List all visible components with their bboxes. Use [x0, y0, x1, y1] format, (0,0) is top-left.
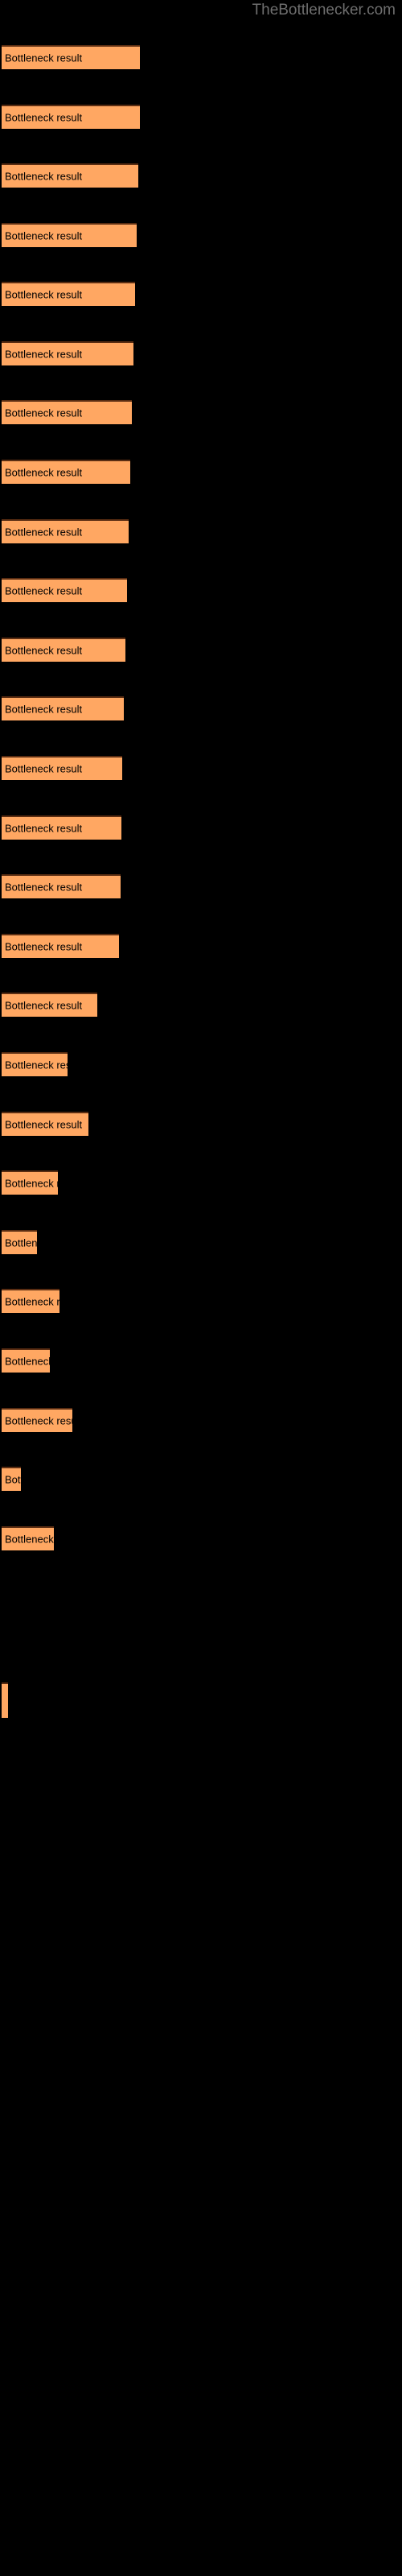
bar-label: Bottleneck result	[5, 584, 83, 597]
bar-label: Bottleneck result	[5, 1059, 68, 1071]
site-title: TheBottlenecker.com	[252, 2, 396, 19]
bar-bottleneck-result[interactable]: Bottleneck result	[2, 1467, 21, 1491]
bar-bottleneck-result[interactable]: Bottleneck result	[2, 163, 138, 188]
bar-bottleneck-result[interactable]: Bottleneck result	[2, 578, 127, 602]
bar-label: Bottleneck result	[5, 940, 83, 953]
bar-label: Bottleneck result	[5, 1533, 54, 1546]
bar-label: Bottleneck result	[5, 229, 83, 242]
bar-label: Bottleneck result	[5, 881, 83, 894]
bar-bottleneck-result[interactable]: Bottleneck result	[2, 1170, 58, 1195]
bar-label: Bottleneck result	[5, 466, 83, 479]
bar-label: Bottleneck result	[5, 1414, 72, 1427]
bar-bottleneck-result[interactable]: Bottleneck result	[2, 519, 129, 543]
bar-label: Bottleneck result	[5, 348, 83, 361]
bar-label: Bottleneck result	[5, 52, 83, 64]
bar-label: Bottleneck result	[5, 1118, 83, 1131]
bar-bottleneck-result[interactable]	[2, 1682, 8, 1718]
bar-bottleneck-result[interactable]: Bottleneck result	[2, 1230, 37, 1254]
bottleneck-bar-chart: TheBottlenecker.com Bottleneck result Bot…	[0, 0, 402, 2576]
bar-bottleneck-result[interactable]: Bottleneck result	[2, 874, 121, 898]
bar-bottleneck-result[interactable]: Bottleneck result	[2, 1112, 88, 1136]
bar-bottleneck-result[interactable]: Bottleneck result	[2, 282, 135, 306]
bar-label: Bottleneck result	[5, 762, 83, 775]
bar-label: Bottleneck result	[5, 526, 83, 539]
bar-label: Bottleneck result	[5, 407, 83, 419]
bar-label: Bottleneck result	[5, 1236, 37, 1249]
bar-bottleneck-result[interactable]: Bottleneck result	[2, 341, 133, 365]
bar-label: Bottleneck result	[5, 703, 83, 716]
bar-label: Bottleneck result	[5, 1177, 58, 1190]
bar-label: Bottleneck result	[5, 644, 83, 657]
bar-label: Bottleneck result	[5, 999, 83, 1012]
bar-bottleneck-result[interactable]: Bottleneck result	[2, 105, 140, 129]
bar-label: Bottleneck result	[5, 1295, 59, 1308]
bar-bottleneck-result[interactable]: Bottleneck result	[2, 638, 125, 662]
bar-bottleneck-result[interactable]: Bottleneck result	[2, 934, 119, 958]
bar-bottleneck-result[interactable]: Bottleneck result	[2, 756, 122, 780]
bar-bottleneck-result[interactable]: Bottleneck result	[2, 993, 97, 1017]
bar-bottleneck-result[interactable]: Bottleneck result	[2, 1526, 54, 1550]
bar-label: Bottleneck result	[5, 1473, 21, 1486]
bar-label: Bottleneck result	[5, 822, 83, 835]
bar-label: Bottleneck result	[5, 1355, 50, 1368]
bar-bottleneck-result[interactable]: Bottleneck result	[2, 815, 121, 840]
bar-bottleneck-result[interactable]: Bottleneck result	[2, 1052, 68, 1076]
bar-label: Bottleneck result	[5, 288, 83, 301]
bar-bottleneck-result[interactable]: Bottleneck result	[2, 1408, 72, 1432]
bar-bottleneck-result[interactable]: Bottleneck result	[2, 400, 132, 424]
bar-label: Bottleneck result	[5, 170, 83, 183]
bar-bottleneck-result[interactable]: Bottleneck result	[2, 460, 130, 484]
bar-bottleneck-result[interactable]: Bottleneck result	[2, 1289, 59, 1313]
bar-bottleneck-result[interactable]: Bottleneck result	[2, 223, 137, 247]
bar-bottleneck-result[interactable]: Bottleneck result	[2, 696, 124, 720]
bar-bottleneck-result[interactable]: Bottleneck result	[2, 1348, 50, 1373]
bar-label: Bottleneck result	[5, 111, 83, 124]
bar-bottleneck-result[interactable]: Bottleneck result	[2, 45, 140, 69]
